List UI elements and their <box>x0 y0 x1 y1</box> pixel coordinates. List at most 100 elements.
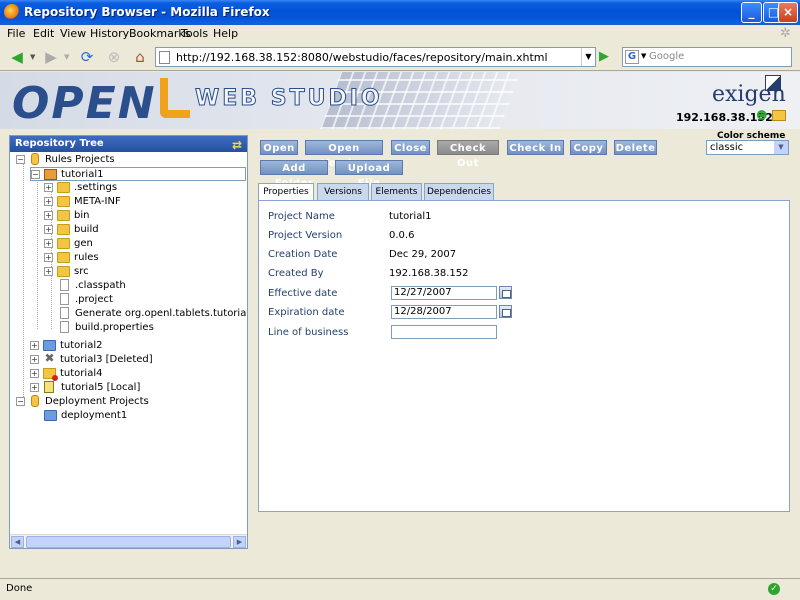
expand-icon[interactable]: + <box>44 238 53 248</box>
tree-node-src[interactable]: + src <box>44 265 89 279</box>
back-arrow-icon[interactable]: ◀ <box>6 46 28 68</box>
tree-node-rules[interactable]: + rules <box>44 251 99 265</box>
open-version-button[interactable]: Open Version <box>305 140 383 169</box>
folder-icon <box>57 195 70 207</box>
menu-bar: File Edit View History Bookmarks Tools H… <box>0 25 800 43</box>
effective-date-input[interactable]: 12/27/2007 <box>391 286 497 300</box>
tree-node-deployment1[interactable]: deployment1 <box>44 409 127 423</box>
collapse-icon[interactable]: − <box>31 169 40 179</box>
tree-node-settings[interactable]: + .settings <box>44 181 117 195</box>
menu-view[interactable]: View <box>60 27 86 40</box>
add-folder-button[interactable]: Add Folder <box>260 160 328 189</box>
locked-project-icon <box>43 367 58 381</box>
open-button[interactable]: Open <box>260 140 298 155</box>
creation-date-label: Creation Date <box>268 249 338 260</box>
menu-file[interactable]: File <box>7 27 25 40</box>
expiration-date-input[interactable]: 12/28/2007 <box>391 305 497 319</box>
tree-node-tutorial2[interactable]: + tutorial2 <box>30 339 102 353</box>
tree-node-bin[interactable]: + bin <box>44 209 89 223</box>
expand-icon[interactable]: + <box>44 196 53 206</box>
url-text: http://192.168.38.152:8080/webstudio/fac… <box>176 51 548 64</box>
tree-node-deployment-projects[interactable]: − Deployment Projects <box>16 395 149 409</box>
collapse-icon[interactable]: − <box>16 396 25 406</box>
tree-node-rules-projects[interactable]: − Rules Projects <box>16 153 115 167</box>
close-window-button[interactable]: × <box>778 2 798 23</box>
repository-icon <box>31 153 39 165</box>
scroll-left-icon[interactable]: ◀ <box>11 536 24 548</box>
expand-icon[interactable]: + <box>30 382 39 392</box>
tree-node-gen[interactable]: + gen <box>44 237 93 251</box>
expand-icon[interactable]: + <box>44 252 53 262</box>
tab-dependencies[interactable]: Dependencies <box>424 183 494 200</box>
expand-icon[interactable]: + <box>44 224 53 234</box>
repository-tree-header: Repository Tree ⇄ <box>10 136 247 152</box>
scroll-right-icon[interactable]: ▶ <box>233 536 246 548</box>
effective-date-label: Effective date <box>268 288 338 299</box>
search-bar[interactable]: G ▼ Google <box>622 47 792 67</box>
tree-node-tutorial5[interactable]: + tutorial5 [Local] <box>30 381 140 395</box>
tree-node-classpath[interactable]: .classpath <box>58 279 126 293</box>
minimize-button[interactable]: _ <box>741 2 762 23</box>
status-text: Done <box>6 583 33 594</box>
tree-node-tutorial4[interactable]: + tutorial4 <box>30 367 102 381</box>
secure-check-icon: ✓ <box>768 583 780 595</box>
effective-date-calendar-icon[interactable] <box>499 286 512 299</box>
menu-edit[interactable]: Edit <box>33 27 54 40</box>
back-dropdown-icon[interactable]: ▼ <box>30 53 35 61</box>
tab-properties[interactable]: Properties <box>258 183 314 201</box>
go-icon[interactable]: ▶ <box>599 49 613 65</box>
tree-node-build[interactable]: + build <box>44 223 99 237</box>
forward-dropdown-icon[interactable]: ▼ <box>64 53 69 61</box>
home-icon[interactable]: ⌂ <box>129 46 151 68</box>
url-bar[interactable]: http://192.168.38.152:8080/webstudio/fac… <box>155 47 596 67</box>
tab-elements[interactable]: Elements <box>371 183 422 200</box>
project-version-value: 0.0.6 <box>389 230 415 241</box>
google-engine-icon[interactable]: G <box>625 50 639 64</box>
color-scheme-select[interactable]: classic ▼ <box>706 140 789 155</box>
tree-horizontal-scrollbar[interactable]: ◀ ▶ <box>10 534 247 548</box>
forward-arrow-icon[interactable]: ▶ <box>40 46 62 68</box>
file-icon <box>60 293 69 305</box>
expand-icon[interactable]: + <box>44 210 53 220</box>
tree-node-tutorial3[interactable]: + ✖ tutorial3 [Deleted] <box>30 352 153 367</box>
expand-icon[interactable]: + <box>30 340 39 350</box>
status-bar: Done ✓ <box>0 578 800 600</box>
tree-node-tutorial1[interactable]: − tutorial1 <box>30 167 246 181</box>
expiration-date-calendar-icon[interactable] <box>499 305 512 318</box>
expand-icon[interactable]: + <box>30 368 39 378</box>
openl-logo: OPEN <box>12 78 157 129</box>
delete-button[interactable]: Delete <box>614 140 657 155</box>
tab-versions[interactable]: Versions <box>317 183 369 200</box>
expand-icon[interactable]: + <box>30 354 39 364</box>
open-folder-icon[interactable] <box>772 110 786 121</box>
expand-icon[interactable]: + <box>44 266 53 276</box>
tree-node-generate-wrapper[interactable]: Generate org.openl.tablets.tutorial1 Wra… <box>58 307 247 321</box>
expand-icon[interactable]: + <box>44 182 53 192</box>
project-name-label: Project Name <box>268 211 335 222</box>
engine-dropdown-icon[interactable]: ▼ <box>641 52 646 60</box>
scroll-thumb[interactable] <box>26 536 231 548</box>
stop-icon[interactable]: ⊗ <box>103 46 125 68</box>
url-dropdown-icon[interactable]: ▼ <box>581 48 595 66</box>
copy-button[interactable]: Copy <box>570 140 607 155</box>
open-project-icon <box>44 168 57 180</box>
line-of-business-label: Line of business <box>268 327 349 338</box>
menu-tools[interactable]: Tools <box>181 27 208 40</box>
properties-panel <box>258 200 790 512</box>
check-in-button[interactable]: Check In <box>507 140 564 155</box>
project-folder-icon <box>43 339 56 351</box>
upload-file-button[interactable]: Upload File <box>335 160 403 189</box>
tree-node-meta-inf[interactable]: + META-INF <box>44 195 121 209</box>
close-button[interactable]: Close <box>391 140 430 155</box>
collapse-icon[interactable]: − <box>16 154 25 164</box>
tree-node-project[interactable]: .project <box>58 293 113 307</box>
menu-help[interactable]: Help <box>213 27 238 40</box>
check-out-button[interactable]: Check Out <box>437 140 499 169</box>
reload-icon[interactable]: ⟳ <box>76 46 98 68</box>
line-of-business-input[interactable] <box>391 325 497 339</box>
exigen-mark-icon <box>765 75 781 91</box>
refresh-icon[interactable]: ⇄ <box>232 137 242 153</box>
menu-history[interactable]: History <box>90 27 129 40</box>
chevron-down-icon[interactable]: ▼ <box>774 141 788 154</box>
tree-node-build-properties[interactable]: build.properties <box>58 321 154 335</box>
